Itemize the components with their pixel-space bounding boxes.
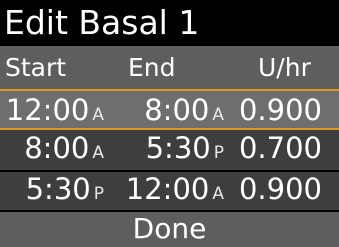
header-rate: U/hr — [258, 53, 311, 82]
table-row[interactable]: 5:30 P 12:00 A 0.900 — [0, 170, 339, 210]
end-meridiem: A — [212, 184, 224, 204]
end-time: 8:00 — [144, 93, 210, 127]
done-button[interactable]: Done — [0, 210, 339, 247]
title-bar: Edit Basal 1 — [0, 0, 339, 46]
start-time-cell: 5:30 P — [26, 173, 104, 211]
table-header: Start End U/hr — [0, 46, 339, 89]
start-time-cell: 8:00 A — [24, 132, 104, 170]
start-meridiem: P — [93, 184, 104, 204]
end-time-cell: 12:00 A — [126, 173, 224, 211]
end-time: 5:30 — [145, 131, 211, 165]
table-row[interactable]: 8:00 A 5:30 P 0.700 — [0, 130, 339, 170]
table-row[interactable]: 12:00 A 8:00 A 0.900 — [0, 89, 339, 130]
start-time-cell: 12:00 A — [6, 94, 104, 132]
start-time: 8:00 — [24, 131, 90, 165]
pump-screen: Edit Basal 1 Start End U/hr 12:00 A 8:00 A… — [0, 0, 339, 247]
start-meridiem: A — [92, 143, 104, 163]
header-start: Start — [5, 53, 67, 82]
screen-title: Edit Basal 1 — [4, 3, 200, 42]
rate-cell: 0.900 — [238, 93, 322, 127]
end-meridiem: A — [212, 105, 224, 125]
rate-cell: 0.700 — [238, 131, 322, 165]
end-time-cell: 8:00 A — [144, 94, 224, 132]
start-time: 5:30 — [25, 172, 91, 206]
start-time: 12:00 — [5, 93, 90, 127]
header-end: End — [128, 53, 176, 82]
end-time: 12:00 — [125, 172, 210, 206]
rate-cell: 0.900 — [238, 172, 322, 206]
end-meridiem: P — [213, 143, 224, 163]
done-label: Done — [132, 212, 207, 245]
end-time-cell: 5:30 P — [146, 132, 224, 170]
start-meridiem: A — [92, 105, 104, 125]
